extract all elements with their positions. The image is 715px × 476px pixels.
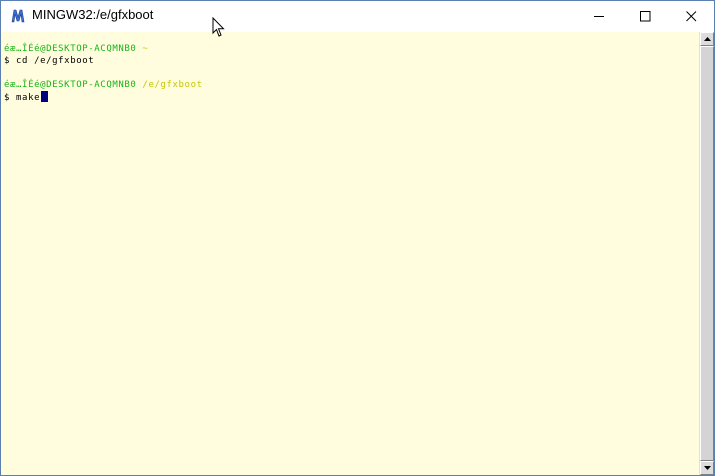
close-button[interactable] xyxy=(669,1,714,32)
prompt-user-host: éæ…ÎÉé@DESKTOP-ACQMNB0 xyxy=(4,44,137,54)
scroll-up-arrow-icon xyxy=(704,37,711,41)
prompt-user-host: éæ…ÎÉé@DESKTOP-ACQMNB0 xyxy=(4,80,137,90)
title-bar[interactable]: MINGW32:/e/gfxboot xyxy=(1,1,714,32)
maximize-button[interactable] xyxy=(623,1,669,32)
maximize-icon xyxy=(640,11,651,22)
close-icon xyxy=(686,11,697,22)
current-command: $ make xyxy=(4,93,41,103)
prompt-line: éæ…ÎÉé@DESKTOP-ACQMNB0 /e/gfxboot xyxy=(4,79,699,91)
command-line[interactable]: $ make xyxy=(4,91,699,103)
terminal-output[interactable]: éæ…ÎÉé@DESKTOP-ACQMNB0 ~ $ cd /e/gfxboot… xyxy=(1,32,699,475)
prompt-line: éæ…ÎÉé@DESKTOP-ACQMNB0 ~ xyxy=(4,43,699,55)
minimize-icon xyxy=(594,16,604,17)
window-title: MINGW32:/e/gfxboot xyxy=(32,7,154,22)
command-line: $ cd /e/gfxboot xyxy=(4,56,95,66)
text-cursor xyxy=(41,91,49,102)
prompt-path: /e/gfxboot xyxy=(136,80,203,90)
vertical-scrollbar[interactable] xyxy=(699,32,714,475)
scroll-up-button[interactable] xyxy=(700,32,714,46)
scrollbar-thumb[interactable] xyxy=(700,46,714,461)
mouse-pointer-icon xyxy=(212,17,225,37)
scroll-down-button[interactable] xyxy=(700,461,714,475)
terminal-window: MINGW32:/e/gfxboot éæ…ÎÉé@DESKTOP-ACQMNB… xyxy=(0,0,715,476)
prompt-path: ~ xyxy=(136,44,149,54)
minimize-button[interactable] xyxy=(577,1,623,32)
mingw-m-icon xyxy=(11,9,25,23)
scroll-down-arrow-icon xyxy=(704,466,711,470)
